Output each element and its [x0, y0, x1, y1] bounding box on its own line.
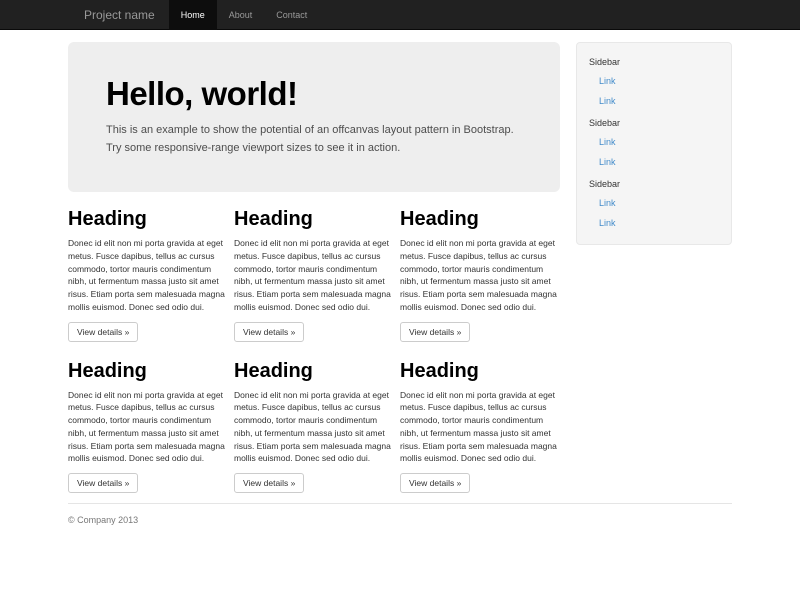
nav-item-about[interactable]: About	[217, 0, 265, 30]
sidebar-link[interactable]: Link	[589, 198, 719, 208]
card-heading: Heading	[400, 360, 560, 383]
card-heading: Heading	[68, 360, 228, 383]
card-heading: Heading	[234, 208, 394, 231]
sidebar-link[interactable]: Link	[589, 76, 719, 86]
nav-item-contact[interactable]: Contact	[264, 0, 319, 30]
sidebar-group: Sidebar Link Link	[589, 57, 719, 106]
card-heading: Heading	[68, 208, 228, 231]
sidebar-group: Sidebar Link Link	[589, 179, 719, 228]
card: Heading Donec id elit non mi porta gravi…	[400, 208, 560, 342]
cards-row-1: Heading Donec id elit non mi porta gravi…	[68, 208, 560, 342]
card-body: Donec id elit non mi porta gravida at eg…	[68, 389, 228, 466]
view-details-button[interactable]: View details »	[68, 322, 138, 342]
sidebar: Sidebar Link Link Sidebar Link Link Side…	[576, 42, 732, 245]
card: Heading Donec id elit non mi porta gravi…	[234, 360, 394, 494]
card: Heading Donec id elit non mi porta gravi…	[400, 360, 560, 494]
sidebar-link[interactable]: Link	[589, 157, 719, 167]
sidebar-link[interactable]: Link	[589, 137, 719, 147]
main-content: Hello, world! This is an example to show…	[68, 42, 560, 493]
view-details-button[interactable]: View details »	[68, 473, 138, 493]
sidebar-link[interactable]: Link	[589, 96, 719, 106]
navbar-menu: Home About Contact	[169, 0, 320, 30]
card-body: Donec id elit non mi porta gravida at eg…	[234, 237, 394, 314]
card: Heading Donec id elit non mi porta gravi…	[68, 360, 228, 494]
card-heading: Heading	[234, 360, 394, 383]
sidebar-header: Sidebar	[589, 57, 719, 67]
card-body: Donec id elit non mi porta gravida at eg…	[400, 389, 560, 466]
sidebar-link[interactable]: Link	[589, 218, 719, 228]
footer: © Company 2013	[68, 503, 732, 525]
sidebar-group: Sidebar Link Link	[589, 118, 719, 167]
navbar: Project name Home About Contact	[0, 0, 800, 30]
page-title: Hello, world!	[106, 75, 522, 113]
card: Heading Donec id elit non mi porta gravi…	[234, 208, 394, 342]
card-heading: Heading	[400, 208, 560, 231]
copyright-text: © Company 2013	[68, 515, 732, 525]
card-body: Donec id elit non mi porta gravida at eg…	[68, 237, 228, 314]
card-body: Donec id elit non mi porta gravida at eg…	[400, 237, 560, 314]
jumbotron: Hello, world! This is an example to show…	[68, 42, 560, 192]
view-details-button[interactable]: View details »	[234, 473, 304, 493]
card: Heading Donec id elit non mi porta gravi…	[68, 208, 228, 342]
sidebar-header: Sidebar	[589, 118, 719, 128]
card-body: Donec id elit non mi porta gravida at eg…	[234, 389, 394, 466]
brand-link[interactable]: Project name	[68, 0, 169, 30]
nav-item-home[interactable]: Home	[169, 0, 217, 30]
view-details-button[interactable]: View details »	[400, 322, 470, 342]
sidebar-header: Sidebar	[589, 179, 719, 189]
view-details-button[interactable]: View details »	[234, 322, 304, 342]
jumbotron-subtitle: This is an example to show the potential…	[106, 122, 522, 157]
cards-row-2: Heading Donec id elit non mi porta gravi…	[68, 360, 560, 494]
view-details-button[interactable]: View details »	[400, 473, 470, 493]
